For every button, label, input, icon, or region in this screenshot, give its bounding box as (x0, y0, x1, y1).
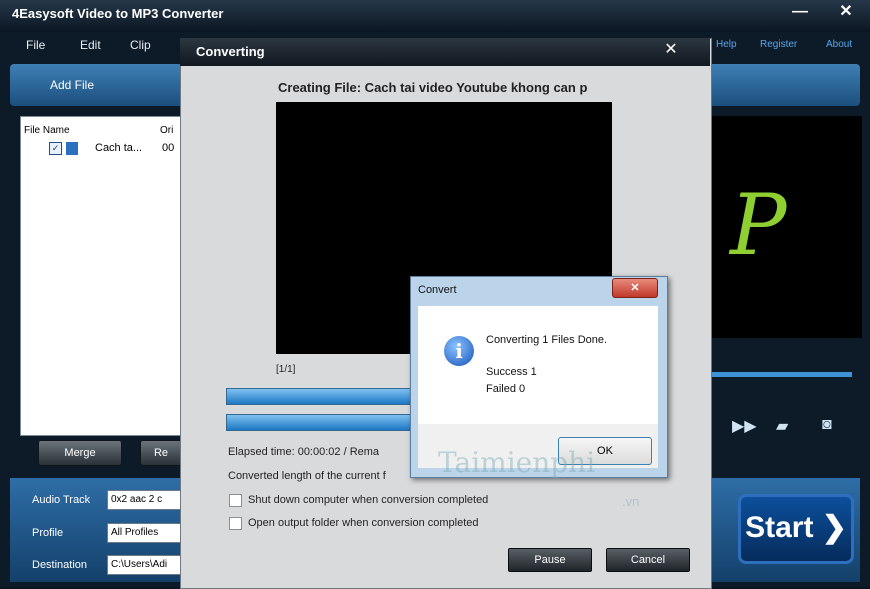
cancel-button[interactable]: Cancel (606, 548, 690, 572)
shutdown-checkbox[interactable] (229, 494, 242, 507)
menu-edit[interactable]: Edit (80, 38, 101, 52)
menu-register[interactable]: Register (760, 39, 797, 50)
profile-label: Profile (32, 527, 64, 539)
menu-clip[interactable]: Clip (130, 38, 151, 52)
menu-help[interactable]: Help (716, 39, 737, 50)
destination-label: Destination (32, 559, 88, 571)
converted-length: Converted length of the current f (228, 470, 386, 482)
destination-field[interactable]: C:\Users\Adi (107, 555, 182, 575)
elapsed-time: Elapsed time: 00:00:02 / Rema (228, 446, 380, 458)
file-checkbox[interactable]: ✓ (49, 142, 62, 155)
total-progress-bar (226, 414, 418, 431)
watermark-domain: .vn (622, 494, 640, 509)
message-box-title: Convert (418, 284, 457, 296)
snapshot-icon[interactable]: ◙ (822, 416, 832, 434)
close-button[interactable]: ✕ (832, 2, 860, 22)
success-count: Success 1 (486, 366, 537, 378)
menu-about[interactable]: About (826, 39, 852, 50)
info-icon: i (444, 336, 474, 366)
open-folder-checkbox[interactable] (229, 517, 242, 530)
preview-progress-bar[interactable] (712, 372, 852, 377)
converting-title: Converting (196, 44, 265, 59)
column-header-original[interactable]: Ori (160, 125, 173, 136)
watermark: Taimienphi (438, 446, 596, 479)
creating-file-text: Creating File: Cach tai video Youtube kh… (278, 80, 588, 95)
file-name[interactable]: Cach ta... (95, 142, 142, 154)
remove-button[interactable]: Re (140, 440, 182, 466)
open-folder-label: Open output folder when conversion compl… (248, 517, 479, 529)
file-duration: 00 (162, 142, 175, 154)
add-file-button[interactable]: Add File (50, 78, 94, 92)
start-label: Start (745, 511, 814, 544)
video-file-icon (66, 142, 78, 155)
fast-forward-icon[interactable]: ▶▶ (732, 416, 757, 436)
file-list (20, 116, 182, 436)
app-title: 4Easysoft Video to MP3 Converter (12, 6, 224, 21)
file-progress-bar (226, 388, 418, 405)
column-header-file-name[interactable]: File Name (24, 125, 70, 136)
audio-track-label: Audio Track (32, 494, 91, 506)
shutdown-label: Shut down computer when conversion compl… (248, 494, 489, 506)
menu-file[interactable]: File (26, 38, 45, 52)
converting-close-button[interactable]: ✕ (656, 39, 686, 61)
audio-track-select[interactable]: 0x2 aac 2 c (107, 490, 182, 510)
preview-logo-icon: P (730, 176, 787, 274)
merge-button[interactable]: Merge (38, 440, 122, 466)
pause-button[interactable]: Pause (508, 548, 592, 572)
folder-icon[interactable]: ▰ (776, 416, 788, 436)
profile-select[interactable]: All Profiles (107, 523, 182, 543)
file-counter: [1/1] (276, 364, 296, 375)
failed-count: Failed 0 (486, 383, 526, 395)
minimize-button[interactable]: — (786, 2, 814, 22)
start-button[interactable]: Start ❯ (738, 494, 854, 564)
message-box-close-button[interactable]: ✕ (612, 278, 658, 298)
message-text: Converting 1 Files Done. (486, 334, 608, 346)
